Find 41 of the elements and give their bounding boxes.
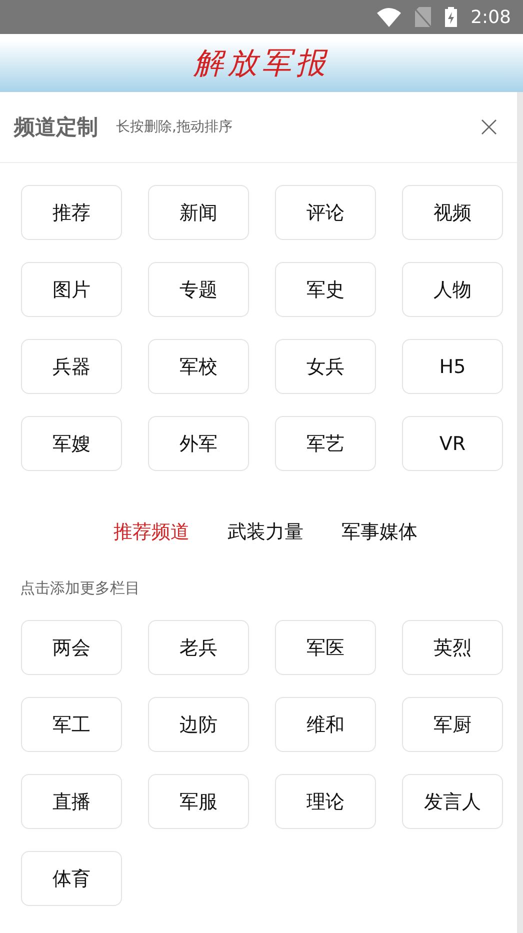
newspaper-logo: 解放军报 [194,44,330,82]
battery-icon [444,7,457,27]
channel-chip[interactable]: 外军 [148,416,249,471]
channel-chip[interactable]: 人物 [402,262,503,317]
channel-chip[interactable]: H5 [402,339,503,394]
channel-chip[interactable]: VR [402,416,503,471]
category-tab[interactable]: 军事媒体 [342,515,418,549]
close-icon[interactable] [481,119,497,135]
category-tab[interactable]: 推荐频道 [114,515,190,549]
channel-chip[interactable]: 视频 [402,185,503,240]
channel-chip[interactable]: 军工 [21,697,122,752]
channel-chip[interactable]: 两会 [21,620,122,675]
channel-chip[interactable]: 图片 [21,262,122,317]
add-more-hint: 点击添加更多栏目 [20,579,141,598]
channel-chip[interactable]: 军医 [275,620,376,675]
channel-chip[interactable]: 军校 [148,339,249,394]
channel-chip[interactable]: 理论 [275,774,376,829]
channel-chip[interactable]: 评论 [275,185,376,240]
no-sim-icon [414,7,431,27]
channel-chip[interactable]: 发言人 [402,774,503,829]
panel-hint: 长按删除,拖动排序 [116,118,234,136]
channel-chip[interactable]: 维和 [275,697,376,752]
channel-chip[interactable]: 推荐 [21,185,122,240]
category-tab[interactable]: 武装力量 [228,515,304,549]
channel-chip[interactable]: 老兵 [148,620,249,675]
channel-chip[interactable]: 体育 [21,851,122,906]
channel-chip[interactable]: 军嫂 [21,416,122,471]
channel-chip[interactable]: 边防 [148,697,249,752]
status-time: 2:08 [470,6,511,28]
channel-chip[interactable]: 军史 [275,262,376,317]
wifi-icon [376,7,401,27]
channel-chip[interactable]: 军服 [148,774,249,829]
channel-chip[interactable]: 军厨 [402,697,503,752]
channel-chip[interactable]: 英烈 [402,620,503,675]
channel-chip[interactable]: 兵器 [21,339,122,394]
channel-chip[interactable]: 专题 [148,262,249,317]
channel-chip[interactable]: 军艺 [275,416,376,471]
channel-chip[interactable]: 直播 [21,774,122,829]
panel-title: 频道定制 [14,114,98,141]
channel-chip[interactable]: 新闻 [148,185,249,240]
channel-chip[interactable]: 女兵 [275,339,376,394]
